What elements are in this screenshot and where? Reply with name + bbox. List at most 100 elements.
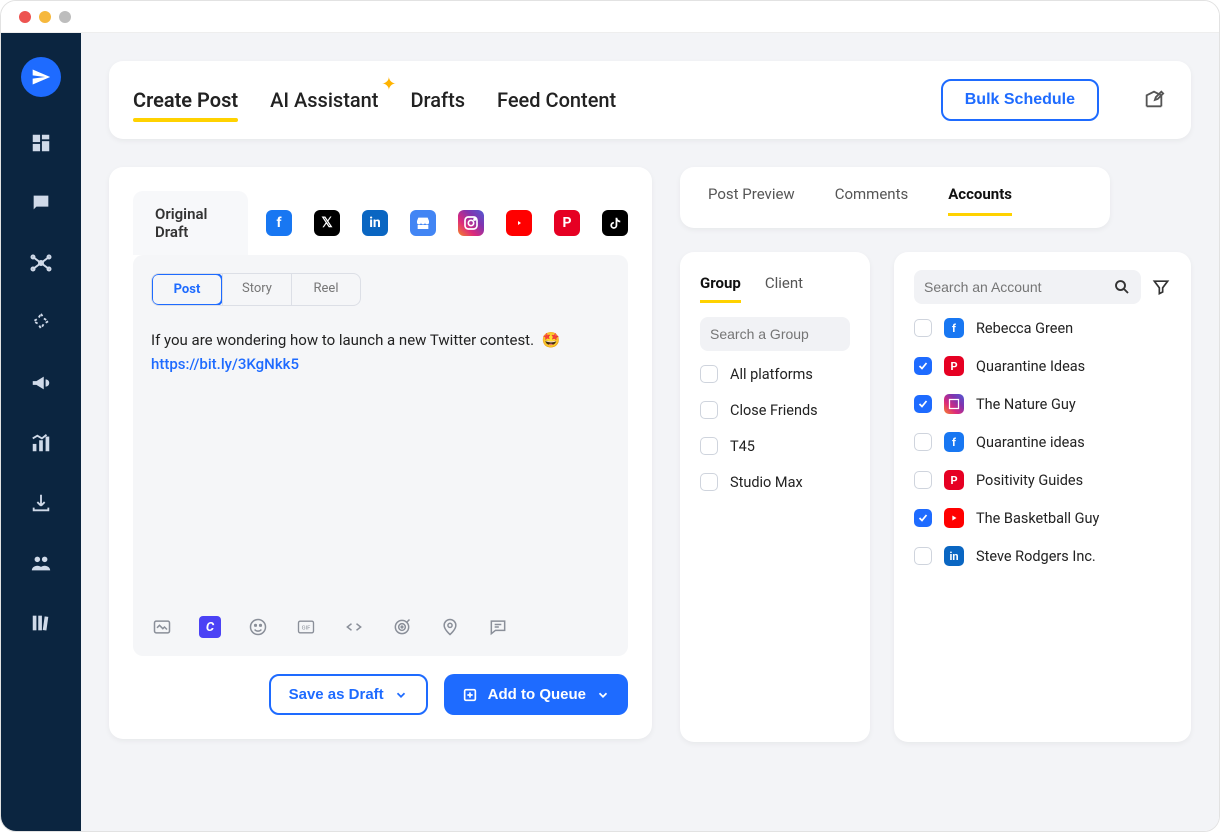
- tab-accounts[interactable]: Accounts: [948, 185, 1012, 216]
- sparkle-icon: ✦: [381, 74, 396, 95]
- account-row[interactable]: inSteve Rodgers Inc.: [914, 546, 1171, 566]
- account-label: Quarantine ideas: [976, 434, 1085, 451]
- team-icon[interactable]: [27, 549, 55, 577]
- group-label: Studio Max: [730, 474, 803, 491]
- tab-ai-assistant[interactable]: AI Assistant ✦: [270, 80, 378, 120]
- linkedin-icon[interactable]: in: [362, 210, 388, 236]
- account-label: Quarantine Ideas: [976, 358, 1085, 375]
- type-tab-post[interactable]: Post: [151, 273, 223, 306]
- checkbox[interactable]: [914, 319, 932, 337]
- tab-feed-content[interactable]: Feed Content: [497, 80, 616, 120]
- checkbox[interactable]: [700, 437, 718, 455]
- search-group-input[interactable]: [710, 326, 891, 342]
- platform-icon-row: f 𝕏 in P: [266, 210, 628, 236]
- megaphone-icon[interactable]: [27, 369, 55, 397]
- goal-icon[interactable]: [391, 616, 413, 638]
- location-icon[interactable]: [439, 616, 461, 638]
- checkbox[interactable]: [914, 395, 932, 413]
- account-row[interactable]: The Nature Guy: [914, 394, 1171, 414]
- library-icon[interactable]: [27, 609, 55, 637]
- right-tab-panel: Post Preview Comments Accounts: [680, 167, 1110, 228]
- filter-icon[interactable]: [1151, 277, 1171, 297]
- app-logo-icon[interactable]: [21, 57, 61, 97]
- checkbox[interactable]: [700, 365, 718, 383]
- comment-icon[interactable]: [487, 616, 509, 638]
- titlebar: [1, 1, 1219, 33]
- checkbox[interactable]: [700, 473, 718, 491]
- account-label: The Basketball Guy: [976, 510, 1099, 527]
- maximize-window-icon[interactable]: [59, 11, 71, 23]
- search-account-input[interactable]: [924, 279, 1105, 295]
- group-row[interactable]: Studio Max: [700, 473, 850, 491]
- emoji-icon[interactable]: [247, 616, 269, 638]
- facebook-icon[interactable]: f: [266, 210, 292, 236]
- analytics-icon[interactable]: [27, 429, 55, 457]
- search-group-box[interactable]: [700, 317, 850, 351]
- pinterest-icon[interactable]: P: [554, 210, 580, 236]
- post-type-tabs: Post Story Reel: [151, 273, 361, 306]
- draft-tab-original[interactable]: Original Draft: [133, 191, 248, 255]
- account-row[interactable]: fRebecca Green: [914, 318, 1171, 338]
- search-account-box[interactable]: [914, 270, 1141, 304]
- checkbox[interactable]: [914, 547, 932, 565]
- svg-text:GIF: GIF: [302, 626, 312, 632]
- messages-icon[interactable]: [27, 189, 55, 217]
- bulk-schedule-button[interactable]: Bulk Schedule: [941, 79, 1099, 121]
- networks-icon[interactable]: [27, 249, 55, 277]
- download-icon[interactable]: [27, 489, 55, 517]
- group-label: Close Friends: [730, 402, 818, 419]
- group-panel: Group Client All platforms Close Friends T…: [680, 252, 870, 742]
- fb-icon: f: [944, 318, 964, 338]
- checkbox[interactable]: [914, 433, 932, 451]
- group-row[interactable]: All platforms: [700, 365, 850, 383]
- instagram-icon[interactable]: [458, 210, 484, 236]
- google-business-icon[interactable]: [410, 210, 436, 236]
- sub-tab-client[interactable]: Client: [765, 274, 803, 303]
- pt-icon: P: [944, 470, 964, 490]
- search-icon: [1113, 278, 1131, 296]
- x-twitter-icon[interactable]: 𝕏: [314, 210, 340, 236]
- add-to-queue-button[interactable]: Add to Queue: [444, 674, 628, 715]
- minimize-window-icon[interactable]: [39, 11, 51, 23]
- group-list: All platforms Close Friends T45 Studio Max: [700, 365, 850, 491]
- save-draft-button[interactable]: Save as Draft: [269, 674, 428, 715]
- account-row[interactable]: The Basketball Guy: [914, 508, 1171, 528]
- type-tab-story[interactable]: Story: [222, 274, 291, 305]
- compose-emoji: 🤩: [542, 331, 561, 349]
- checkbox[interactable]: [914, 509, 932, 527]
- app-window: Create Post AI Assistant ✦ Drafts Feed C…: [0, 0, 1220, 832]
- dashboard-icon[interactable]: [27, 129, 55, 157]
- editor-card: Original Draft f 𝕏 in P: [109, 167, 652, 739]
- youtube-icon[interactable]: [506, 210, 532, 236]
- group-row[interactable]: T45: [700, 437, 850, 455]
- editor-toolbar: C GIF: [151, 616, 610, 638]
- gif-icon[interactable]: GIF: [295, 616, 317, 638]
- media-icon[interactable]: [151, 616, 173, 638]
- code-icon[interactable]: [343, 616, 365, 638]
- group-row[interactable]: Close Friends: [700, 401, 850, 419]
- account-label: Positivity Guides: [976, 472, 1083, 489]
- account-row[interactable]: PQuarantine Ideas: [914, 356, 1171, 376]
- checkbox[interactable]: [914, 357, 932, 375]
- canva-icon[interactable]: C: [199, 616, 221, 638]
- target-icon[interactable]: [27, 309, 55, 337]
- account-label: The Nature Guy: [976, 396, 1076, 413]
- tab-comments[interactable]: Comments: [835, 185, 909, 216]
- type-tab-reel[interactable]: Reel: [291, 274, 360, 305]
- compose-link[interactable]: https://bit.ly/3KgNkk5: [151, 355, 299, 373]
- tab-post-preview[interactable]: Post Preview: [708, 185, 795, 216]
- checkbox[interactable]: [914, 471, 932, 489]
- sub-tab-group[interactable]: Group: [700, 274, 741, 303]
- tab-drafts[interactable]: Drafts: [410, 80, 465, 120]
- top-tab-card: Create Post AI Assistant ✦ Drafts Feed C…: [109, 61, 1191, 139]
- compose-textarea[interactable]: If you are wondering how to launch a new…: [151, 328, 610, 376]
- tab-create-post[interactable]: Create Post: [133, 80, 238, 120]
- close-window-icon[interactable]: [19, 11, 31, 23]
- compose-icon[interactable]: [1143, 88, 1167, 112]
- account-row[interactable]: P Positivity Guides: [914, 470, 1171, 490]
- accounts-panel: fRebecca GreenPQuarantine IdeasThe Natur…: [894, 252, 1191, 742]
- checkbox[interactable]: [700, 401, 718, 419]
- account-row[interactable]: fQuarantine ideas: [914, 432, 1171, 452]
- ig-icon: [944, 394, 964, 414]
- tiktok-icon[interactable]: [602, 210, 628, 236]
